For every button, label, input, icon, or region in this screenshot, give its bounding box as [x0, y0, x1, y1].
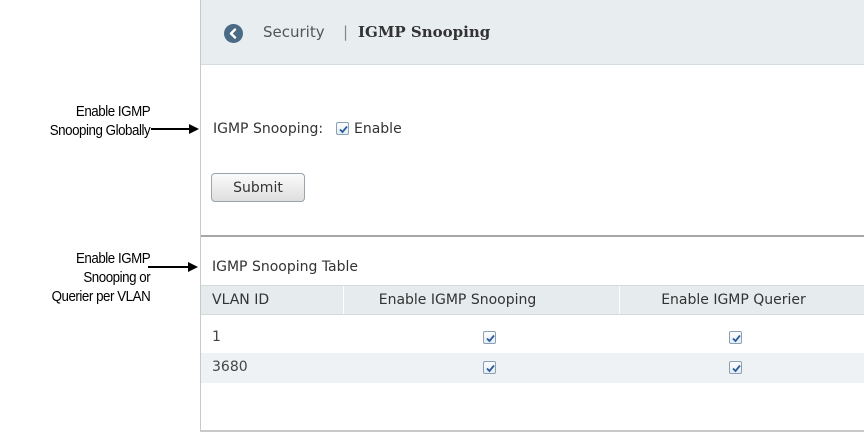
- row-querier-checkbox[interactable]: [729, 361, 742, 374]
- callout-enable-per-vlan: Enable IGMP Snooping or Querier per VLAN: [51, 250, 150, 307]
- breadcrumb-separator: |: [343, 23, 349, 41]
- table-title: IGMP Snooping Table: [212, 259, 359, 275]
- row-snooping-checkbox[interactable]: [483, 331, 496, 344]
- row-querier-checkbox[interactable]: [729, 331, 742, 344]
- table-row: 1: [201, 323, 864, 353]
- column-header-vlan-id: VLAN ID: [212, 292, 270, 308]
- column-header-enable-querier: Enable IGMP Querier: [619, 286, 847, 314]
- callout-line: Snooping Globally: [49, 123, 151, 139]
- checkmark-icon: [339, 125, 348, 134]
- table-row: 3680: [201, 353, 864, 383]
- submit-button[interactable]: Submit: [211, 173, 305, 202]
- table-header: VLAN ID Enable IGMP Snooping Enable IGMP…: [201, 285, 864, 315]
- page-title: IGMP Snooping: [358, 23, 491, 41]
- row-snooping-checkbox[interactable]: [483, 361, 496, 374]
- checkmark-icon: [732, 364, 741, 373]
- column-header-enable-snooping: Enable IGMP Snooping: [343, 286, 571, 314]
- section-divider: [201, 235, 864, 237]
- callout-line: Snooping or: [83, 270, 150, 286]
- back-button[interactable]: [224, 24, 243, 43]
- breadcrumb-security[interactable]: Security: [263, 23, 325, 41]
- igmp-snooping-label: IGMP Snooping:: [213, 121, 324, 137]
- checkmark-icon: [486, 364, 495, 373]
- chevron-left-circle-icon: [228, 24, 239, 43]
- enable-label: Enable: [354, 121, 402, 137]
- vlan-id-cell: 1: [212, 329, 221, 345]
- checkmark-icon: [486, 334, 495, 343]
- callout-line: Querier per VLAN: [51, 289, 150, 305]
- callout-line: Enable IGMP: [75, 104, 151, 120]
- enable-igmp-snooping-checkbox[interactable]: [336, 122, 349, 135]
- callout-line: Enable IGMP: [75, 251, 151, 267]
- igmp-snooping-panel: Security | IGMP Snooping IGMP Snooping: …: [200, 0, 864, 432]
- callout-enable-global: Enable IGMP Snooping Globally: [49, 103, 151, 141]
- page-header: Security | IGMP Snooping: [201, 0, 864, 65]
- checkmark-icon: [732, 334, 741, 343]
- vlan-id-cell: 3680: [212, 359, 248, 375]
